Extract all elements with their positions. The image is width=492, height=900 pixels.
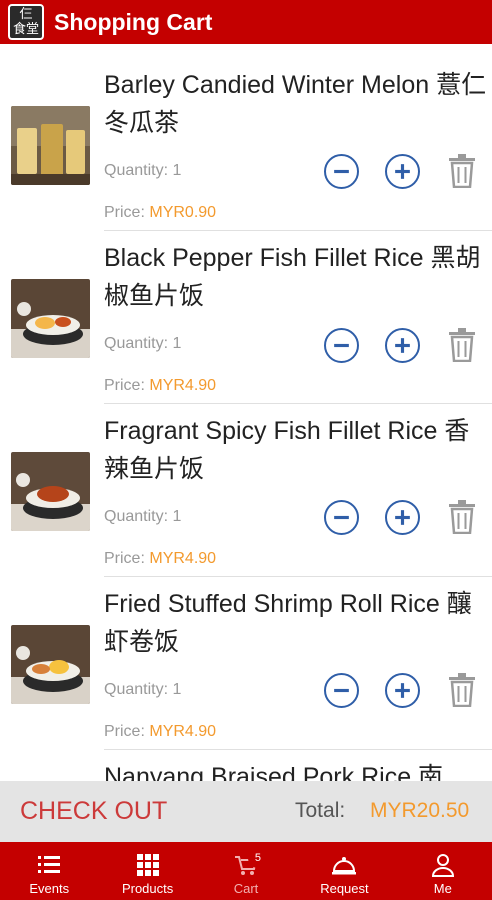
minus-icon xyxy=(334,688,349,693)
plus-icon xyxy=(395,683,410,698)
minus-icon xyxy=(334,169,349,174)
plus-icon xyxy=(395,338,410,353)
increase-quantity-button[interactable] xyxy=(385,500,420,535)
total-label: Total: xyxy=(295,799,346,822)
bottom-tab-bar: Events Products 5 Cart Request Me xyxy=(0,842,492,900)
checkout-button[interactable]: CHECK OUT xyxy=(20,797,167,826)
cloche-icon xyxy=(332,857,357,875)
tab-events[interactable]: Events xyxy=(0,842,98,900)
person-icon xyxy=(431,854,454,877)
item-quantity: Quantity: 1 xyxy=(104,162,182,179)
logo-text-bottom: 食堂 xyxy=(12,22,39,37)
plus-icon xyxy=(395,164,410,179)
cart-item: Black Pepper Fish Fillet Rice 黑胡椒鱼片饭 Qua… xyxy=(0,217,492,404)
total-value: MYR20.50 xyxy=(370,799,470,822)
increase-quantity-button[interactable] xyxy=(385,673,420,708)
tab-label: Products xyxy=(121,881,174,896)
increase-quantity-button[interactable] xyxy=(385,328,420,363)
tab-products[interactable]: Products xyxy=(98,842,196,900)
decrease-quantity-button[interactable] xyxy=(324,500,359,535)
item-quantity: Quantity: 1 xyxy=(104,681,182,698)
delete-item-button[interactable] xyxy=(447,328,477,362)
tab-label: Cart xyxy=(233,881,259,896)
decrease-quantity-button[interactable] xyxy=(324,673,359,708)
minus-icon xyxy=(334,515,349,520)
product-image-drinks xyxy=(11,106,90,185)
plus-icon xyxy=(395,510,410,525)
minus-icon xyxy=(334,343,349,348)
cart-item: Fried Stuffed Shrimp Roll Rice 釀虾卷饭 Quan… xyxy=(0,563,492,750)
item-name: Fried Stuffed Shrimp Roll Rice 釀虾卷饭 xyxy=(104,590,472,656)
tab-me[interactable]: Me xyxy=(394,842,492,900)
delete-item-button[interactable] xyxy=(447,673,477,707)
decrease-quantity-button[interactable] xyxy=(324,328,359,363)
cart-item: Nanyang Braised Pork Rice 南 xyxy=(0,736,492,781)
tab-label: Events xyxy=(29,881,70,896)
item-name: Black Pepper Fish Fillet Rice 黑胡椒鱼片饭 xyxy=(104,244,481,310)
product-image-rice xyxy=(11,452,90,531)
item-name: Nanyang Braised Pork Rice 南 xyxy=(104,763,444,781)
cart-list[interactable]: Barley Candied Winter Melon 薏仁冬瓜茶 Quanti… xyxy=(0,44,492,781)
delete-item-button[interactable] xyxy=(447,500,477,534)
item-name: Barley Candied Winter Melon 薏仁冬瓜茶 xyxy=(104,71,487,137)
product-image-rice xyxy=(11,625,90,704)
increase-quantity-button[interactable] xyxy=(385,154,420,189)
delete-item-button[interactable] xyxy=(447,154,477,188)
app-logo: 仨 食堂 xyxy=(8,4,44,40)
product-image-rice xyxy=(11,279,90,358)
list-icon xyxy=(38,856,61,873)
app-header: 仨 食堂 Shopping Cart xyxy=(0,0,492,44)
grid-icon xyxy=(136,854,159,876)
item-name: Fragrant Spicy Fish Fillet Rice 香辣鱼片饭 xyxy=(104,417,470,483)
item-quantity: Quantity: 1 xyxy=(104,508,182,525)
cart-item: Barley Candied Winter Melon 薏仁冬瓜茶 Quanti… xyxy=(0,44,492,231)
page-title: Shopping Cart xyxy=(54,8,213,35)
cart-item: Fragrant Spicy Fish Fillet Rice 香辣鱼片饭 Qu… xyxy=(0,390,492,577)
cart-count-badge: 5 xyxy=(247,848,268,868)
tab-request[interactable]: Request xyxy=(295,842,393,900)
decrease-quantity-button[interactable] xyxy=(324,154,359,189)
item-quantity: Quantity: 1 xyxy=(104,335,182,352)
logo-text-top: 仨 xyxy=(19,7,33,22)
tab-label: Me xyxy=(433,881,452,896)
tab-label: Request xyxy=(320,881,369,896)
checkout-bar: CHECK OUT Total: MYR20.50 xyxy=(0,781,492,842)
tab-cart[interactable]: 5 Cart xyxy=(197,842,295,900)
